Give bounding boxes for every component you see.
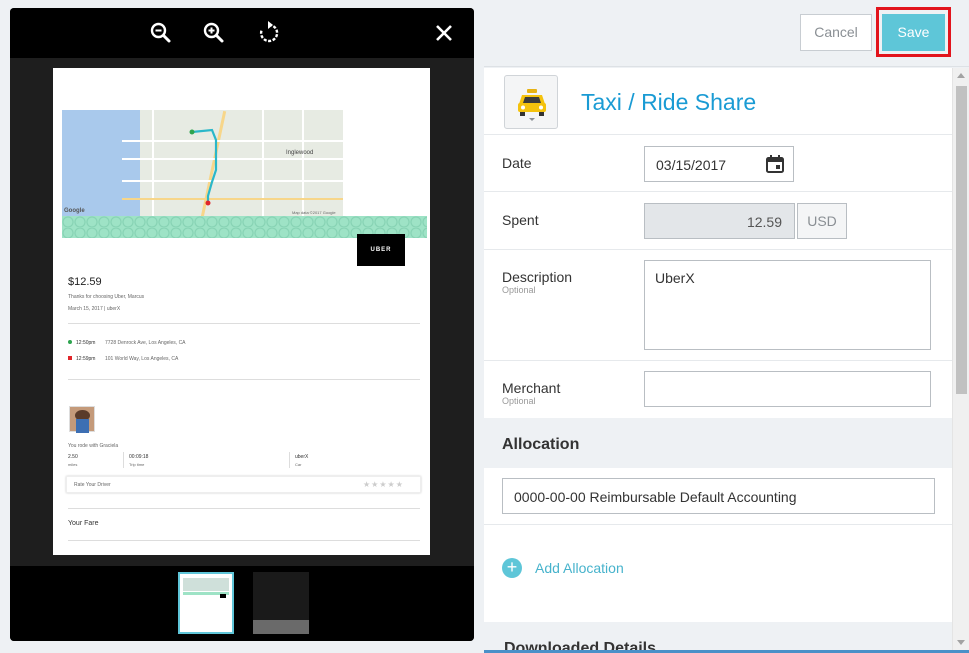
rate-driver-label: Rate Your Driver [74,482,111,488]
zoom-out-icon[interactable] [148,20,174,46]
spent-label: Spent [502,212,539,228]
receipt-page[interactable]: Inglewood Map data ©2017 Google Google U… [53,68,430,555]
receipt-amount: $12.59 [68,276,102,288]
cancel-button[interactable]: Cancel [800,14,872,51]
scroll-down-arrow-icon[interactable] [957,640,965,645]
description-field[interactable]: UberX [644,260,931,350]
google-logo: Google [64,208,85,214]
allocation-title: Allocation [502,436,580,453]
map-label-inglewood: Inglewood [286,150,314,156]
viewer-toolbar [10,8,474,58]
form-scrollbar[interactable] [952,68,969,653]
thumbnail-page-2[interactable] [253,572,309,634]
date-value: 03/15/2017 [656,157,727,173]
dropoff-time: 12:59pm [76,356,96,362]
save-button[interactable]: Save [882,14,945,51]
category-selector[interactable] [504,75,558,129]
date-label: Date [502,155,532,171]
receipt-thanks: Thanks for choosing Uber, Marcus [68,294,145,300]
allocation-value: 0000-00-00 Reimbursable Default Accounti… [514,489,797,505]
category-title: Taxi / Ride Share [581,89,757,115]
your-fare-heading: Your Fare [68,520,99,527]
rating-stars: ★★★★★ [363,480,404,489]
merchant-field[interactable] [644,371,931,407]
stat-distance-value: 2.50 [68,454,78,460]
currency-badge: USD [797,203,847,239]
description-optional: Optional [502,285,536,295]
merchant-label: Merchant [502,380,561,396]
taxi-icon [518,89,546,121]
trip-map: Inglewood Map data ©2017 Google Google [62,110,343,218]
pickup-time: 12:50pm [76,340,96,346]
merchant-optional: Optional [502,396,536,406]
date-field[interactable]: 03/15/2017 [644,146,794,182]
receipt-viewer: Inglewood Map data ©2017 Google Google U… [10,8,474,641]
pickup-address: 7728 Denrock Ave, Los Angeles, CA [105,340,186,346]
description-label: Description [502,269,573,285]
stat-distance-label: miles [68,462,78,467]
thumbnail-page-1[interactable] [178,572,234,634]
stat-time-label: Trip time [129,462,145,467]
stat-car-value: uberX [295,454,309,460]
description-value: UberX [655,270,695,286]
zoom-in-icon[interactable] [201,20,227,46]
action-bar: Cancel Save [484,0,969,67]
plus-circle-icon: + [502,558,522,578]
dropoff-address: 101 World Way, Los Angeles, CA [105,356,179,362]
spent-amount-field[interactable]: 12.59 [644,203,795,239]
scroll-up-arrow-icon[interactable] [957,73,965,78]
driver-avatar [69,406,95,433]
close-icon[interactable] [431,20,457,46]
allocation-section-header: Allocation [484,418,952,468]
uber-logo: UBER [357,234,405,266]
thumbnail-strip [10,566,474,641]
spent-amount-value: 12.59 [746,214,782,230]
map-attribution: Map data ©2017 Google [292,210,336,215]
scrollbar-thumb[interactable] [956,86,967,394]
rode-with: You rode with Graciela [68,443,119,449]
rate-driver-box: Rate Your Driver ★★★★★ [66,476,421,493]
receipt-date: March 15, 2017 | uberX [68,306,121,312]
downloaded-details-header: Downloaded Details [484,622,952,653]
calendar-icon[interactable] [765,154,785,174]
stat-time-value: 00:09:18 [129,454,149,460]
rotate-icon[interactable] [256,20,282,46]
expense-form: Taxi / Ride Share Date 03/15/2017 Spent … [484,68,952,653]
stat-car-label: Car [295,462,302,467]
allocation-field[interactable]: 0000-00-00 Reimbursable Default Accounti… [502,478,935,514]
add-allocation-label: Add Allocation [535,560,624,576]
